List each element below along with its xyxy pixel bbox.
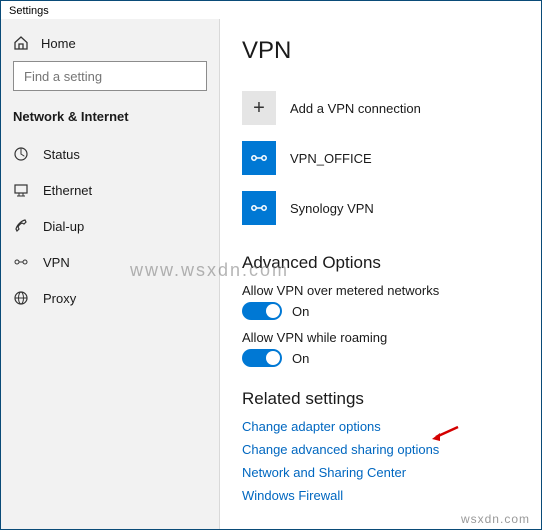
- sidebar-item-label: Status: [43, 147, 80, 162]
- toggle-state-text: On: [292, 304, 309, 319]
- sidebar-item-label: Ethernet: [43, 183, 92, 198]
- vpn-connection-item[interactable]: Synology VPN: [242, 185, 519, 231]
- sidebar: Home Network & Internet Status Ethernet …: [1, 19, 220, 529]
- vpn-connection-item[interactable]: VPN_OFFICE: [242, 135, 519, 181]
- sidebar-item-label: VPN: [43, 255, 70, 270]
- search-input[interactable]: [22, 68, 202, 85]
- sidebar-item-status[interactable]: Status: [1, 136, 219, 172]
- search-box[interactable]: [13, 61, 207, 91]
- add-vpn-label: Add a VPN connection: [290, 101, 421, 116]
- roaming-toggle[interactable]: [242, 349, 282, 367]
- add-vpn-button[interactable]: + Add a VPN connection: [242, 85, 519, 131]
- sidebar-section-title: Network & Internet: [1, 105, 219, 136]
- sidebar-item-ethernet[interactable]: Ethernet: [1, 172, 219, 208]
- link-change-sharing[interactable]: Change advanced sharing options: [242, 442, 519, 457]
- home-nav[interactable]: Home: [1, 29, 219, 61]
- home-label: Home: [41, 36, 76, 51]
- vpn-connection-icon: [242, 141, 276, 175]
- related-settings-heading: Related settings: [242, 389, 519, 409]
- ethernet-icon: [13, 182, 29, 198]
- sidebar-item-proxy[interactable]: Proxy: [1, 280, 219, 316]
- vpn-connection-label: Synology VPN: [290, 201, 374, 216]
- vpn-connection-icon: [242, 191, 276, 225]
- status-icon: [13, 146, 29, 162]
- home-icon: [13, 35, 29, 51]
- sidebar-item-vpn[interactable]: VPN: [1, 244, 219, 280]
- footer-watermark: wsxdn.com: [461, 512, 530, 526]
- toggle-state-text: On: [292, 351, 309, 366]
- main-panel: VPN + Add a VPN connection VPN_OFFICE Sy…: [220, 19, 541, 529]
- sidebar-item-dialup[interactable]: Dial-up: [1, 208, 219, 244]
- plus-icon: +: [242, 91, 276, 125]
- sidebar-item-label: Dial-up: [43, 219, 84, 234]
- advanced-options-heading: Advanced Options: [242, 253, 519, 273]
- vpn-icon: [13, 254, 29, 270]
- metered-toggle[interactable]: [242, 302, 282, 320]
- link-network-sharing-center[interactable]: Network and Sharing Center: [242, 465, 519, 480]
- proxy-icon: [13, 290, 29, 306]
- link-windows-firewall[interactable]: Windows Firewall: [242, 488, 519, 503]
- metered-label: Allow VPN over metered networks: [242, 283, 519, 298]
- roaming-label: Allow VPN while roaming: [242, 330, 519, 345]
- sidebar-item-label: Proxy: [43, 291, 76, 306]
- page-title: VPN: [242, 37, 519, 65]
- link-change-adapter[interactable]: Change adapter options: [242, 419, 519, 434]
- vpn-connection-label: VPN_OFFICE: [290, 151, 372, 166]
- dialup-icon: [13, 218, 29, 234]
- window-title: Settings: [1, 1, 541, 19]
